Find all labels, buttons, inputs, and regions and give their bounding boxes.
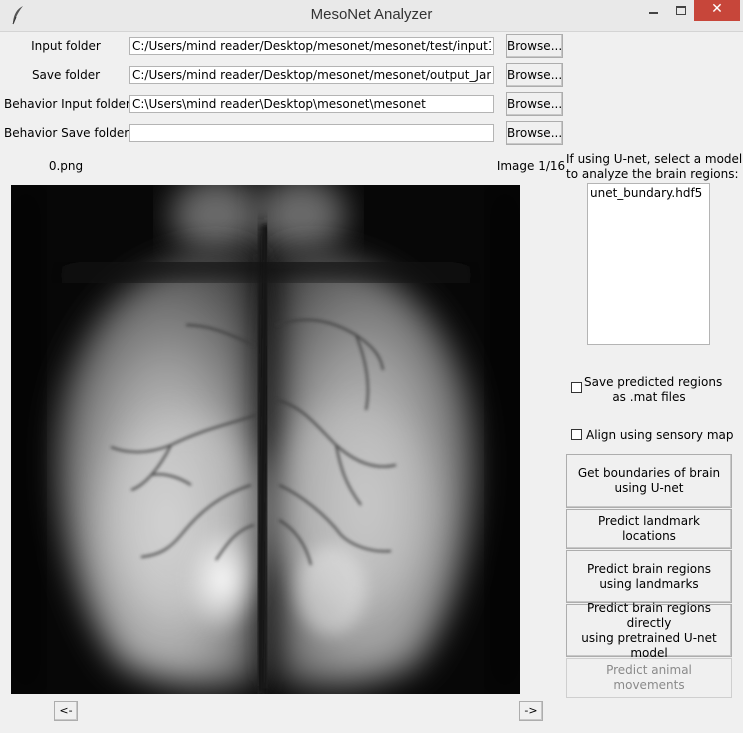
image-filename: 0.png [48, 159, 84, 173]
behavior-save-folder-field[interactable] [129, 124, 494, 142]
maximize-icon [676, 6, 686, 15]
get-boundaries-line2: using U-net [614, 481, 684, 495]
model-list-item[interactable]: unet_bundary.hdf5 [590, 186, 702, 200]
save-mat-label-line1: Save predicted regions [584, 375, 723, 389]
window-title: MesoNet Analyzer [310, 6, 433, 23]
save-mat-label-line2: as .mat files [612, 390, 686, 404]
brain-image-render [11, 185, 520, 694]
save-folder-field[interactable] [129, 66, 494, 84]
brain-image [11, 185, 520, 694]
model-prompt-line2: to analyze the brain regions: [566, 167, 739, 181]
image-counter: Image 1/16 [496, 159, 566, 173]
model-prompt: If using U-net, select a model to analyz… [566, 152, 743, 182]
align-sensory-label: Align using sensory map [586, 428, 734, 442]
input-folder-browse-button[interactable]: Browse... [506, 34, 563, 58]
image-scroll-track[interactable] [78, 701, 518, 721]
save-mat-label: Save predicted regions as .mat files [584, 375, 723, 405]
model-prompt-line1: If using U-net, select a model [566, 152, 743, 166]
predict-regions-landmarks-button[interactable]: Predict brain regions using landmarks [566, 550, 732, 603]
next-image-button[interactable]: -> [519, 701, 543, 721]
minimize-button[interactable] [640, 0, 668, 21]
input-folder-field[interactable] [129, 37, 494, 55]
behavior-input-folder-label: Behavior Input folder [4, 97, 131, 111]
close-button[interactable]: ✕ [694, 0, 740, 21]
align-sensory-checkbox[interactable] [571, 429, 582, 440]
predict-regions-direct-line1: Predict brain regions directly [586, 600, 711, 630]
previous-image-button[interactable]: <- [54, 701, 78, 721]
predict-landmarks-button[interactable]: Predict landmark locations [566, 509, 732, 549]
behavior-save-folder-browse-button[interactable]: Browse... [506, 121, 563, 145]
get-boundaries-button[interactable]: Get boundaries of brain using U-net [566, 454, 732, 508]
title-bar: MesoNet Analyzer ✕ [0, 0, 743, 32]
save-folder-browse-button[interactable]: Browse... [506, 63, 563, 87]
input-folder-label: Input folder [31, 39, 101, 53]
predict-movements-button[interactable]: Predict animal movements [566, 658, 732, 698]
predict-regions-line2: using landmarks [599, 576, 699, 591]
get-boundaries-line1: Get boundaries of brain [577, 466, 721, 480]
behavior-input-folder-field[interactable] [129, 95, 494, 113]
maximize-button[interactable] [668, 0, 694, 21]
predict-regions-unet-button[interactable]: Predict brain regions directly using pre… [566, 600, 732, 660]
save-mat-checkbox[interactable] [571, 382, 582, 393]
close-icon: ✕ [711, 1, 723, 17]
minimize-icon [649, 12, 658, 14]
behavior-input-folder-browse-button[interactable]: Browse... [506, 92, 563, 116]
save-folder-label: Save folder [31, 68, 101, 82]
predict-regions-line1: Predict brain regions [586, 561, 711, 576]
model-listbox[interactable]: unet_bundary.hdf5 [587, 183, 710, 345]
behavior-save-folder-label: Behavior Save folder [4, 126, 130, 140]
predict-regions-direct-line2: using pretrained U-net model [581, 630, 717, 660]
